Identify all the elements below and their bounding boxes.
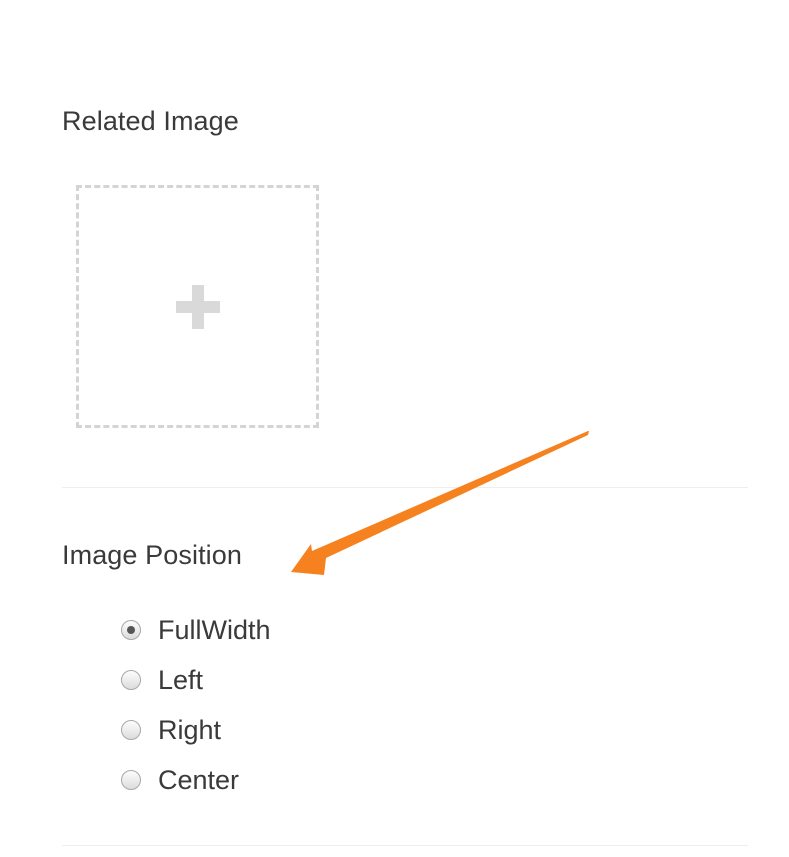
image-position-radio-group: FullWidth Left Right Center bbox=[121, 605, 271, 805]
radio-button-left[interactable] bbox=[121, 670, 141, 690]
related-image-dropzone[interactable] bbox=[76, 185, 319, 428]
radio-label-center: Center bbox=[158, 765, 240, 795]
image-position-label: Image Position bbox=[62, 540, 242, 570]
radio-option-fullwidth[interactable]: FullWidth bbox=[121, 605, 271, 655]
radio-option-left[interactable]: Left bbox=[121, 655, 271, 705]
plus-icon bbox=[175, 284, 220, 329]
radio-label-fullwidth: FullWidth bbox=[158, 615, 271, 645]
section-divider-bottom bbox=[62, 845, 748, 846]
radio-button-right[interactable] bbox=[121, 720, 141, 740]
related-image-label: Related Image bbox=[62, 106, 239, 136]
radio-button-fullwidth[interactable] bbox=[121, 620, 141, 640]
radio-label-left: Left bbox=[158, 665, 204, 695]
annotation-arrow-shape bbox=[291, 431, 589, 575]
radio-button-center[interactable] bbox=[121, 770, 141, 790]
radio-label-right: Right bbox=[158, 715, 222, 745]
radio-option-right[interactable]: Right bbox=[121, 705, 271, 755]
section-divider bbox=[62, 487, 748, 488]
radio-option-center[interactable]: Center bbox=[121, 755, 271, 805]
